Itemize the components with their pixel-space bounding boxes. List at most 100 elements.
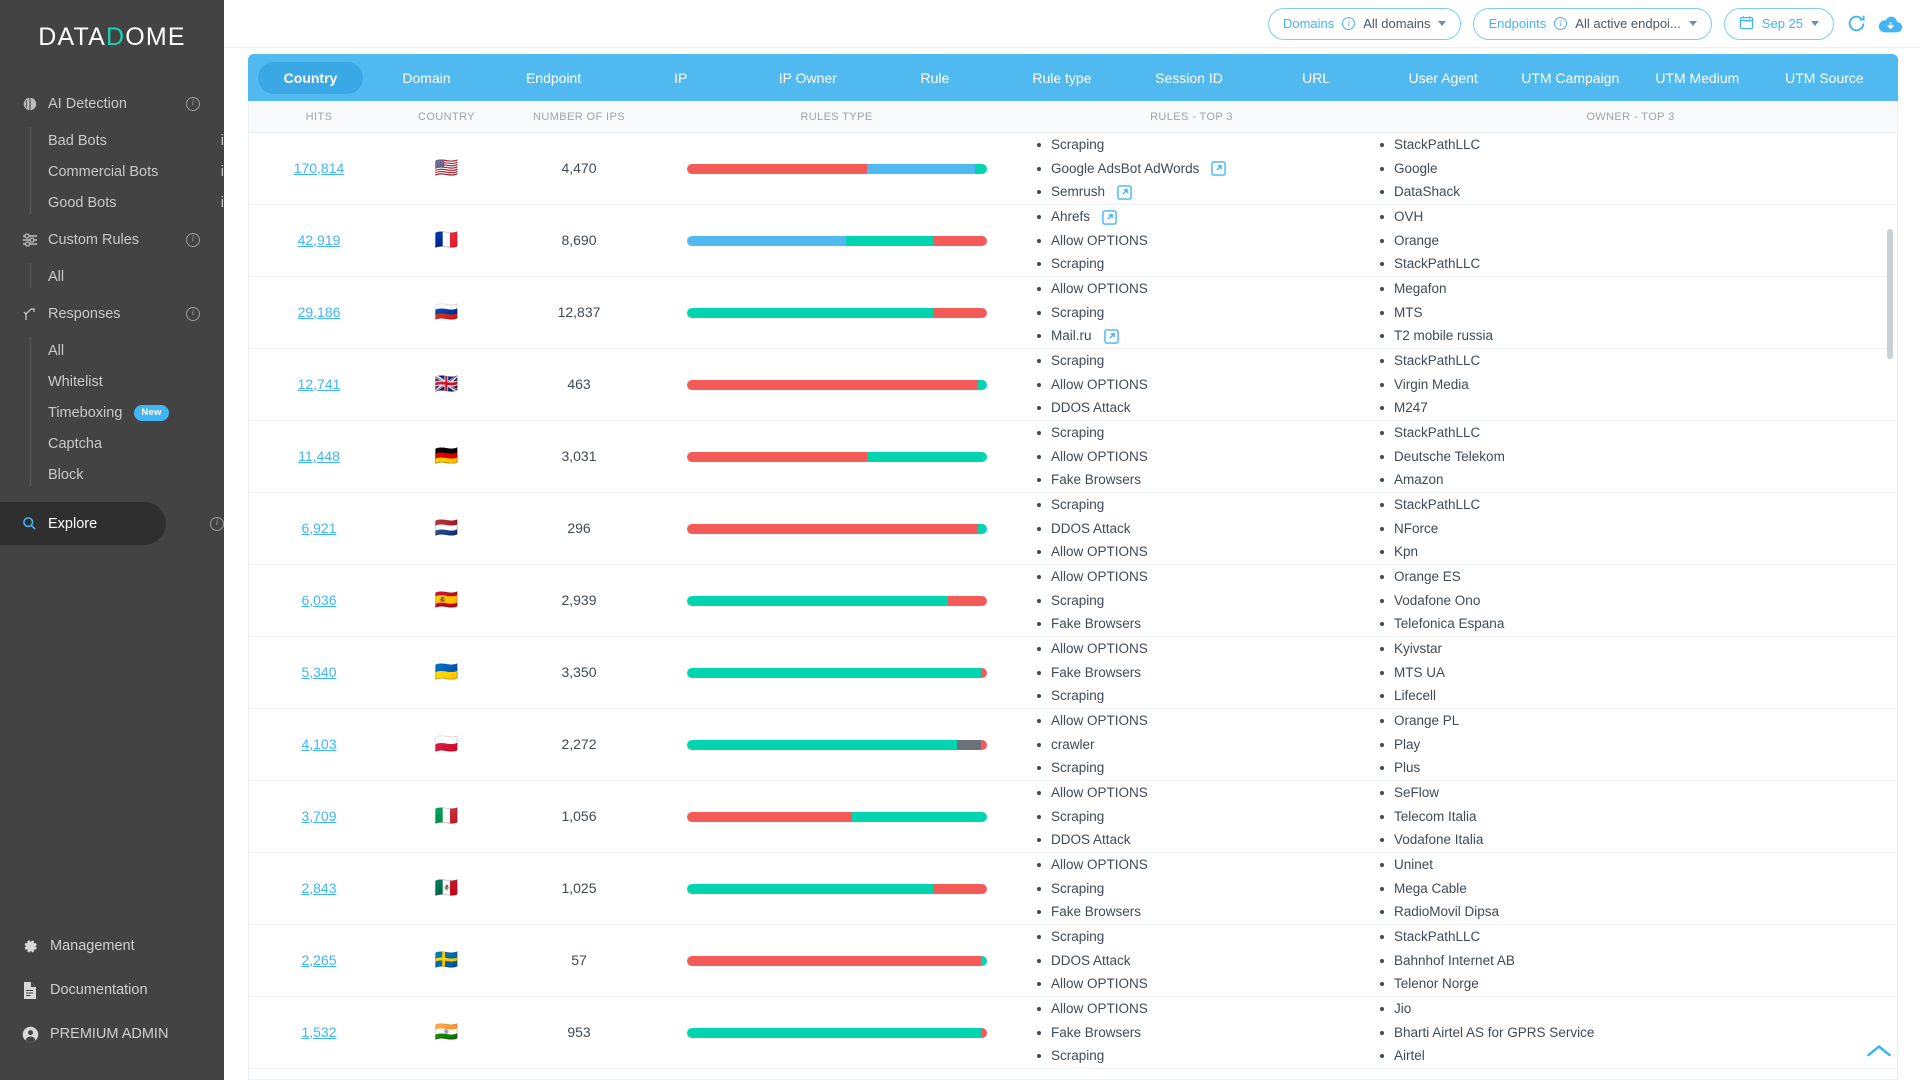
table-row[interactable]: 6,921 🇳🇱 296 Scraping DDOS Attack Allow OPTIO… <box>249 493 1897 565</box>
hits-link[interactable]: 3,709 <box>301 808 336 824</box>
sidebar-item-explore[interactable]: Explore <box>0 502 166 545</box>
sidebar-item-custom-rules[interactable]: Custom Rules i <box>0 218 224 261</box>
sidebar-item-bad-bots[interactable]: Bad Bots i <box>0 125 224 156</box>
sidebar-item-custom-rules-all[interactable]: All <box>0 261 224 292</box>
cell-owner-top-3: StackPathLLC Bahnhof Internet AB Telenor N… <box>1364 925 1897 996</box>
hits-link[interactable]: 4,103 <box>301 736 336 752</box>
column-header-rules-top-3[interactable]: RULES - TOP 3 <box>1019 111 1364 123</box>
bar-segment-green <box>866 451 987 462</box>
sidebar-item-premium-admin[interactable]: PREMIUM ADMIN <box>0 1012 224 1056</box>
table-row[interactable]: 11,448 🇩🇪 3,031 Scraping Allow OPTIONS Fake B… <box>249 421 1897 493</box>
hits-link[interactable]: 29,186 <box>298 304 341 320</box>
table-row[interactable]: 6,036 🇪🇸 2,939 Allow OPTIONS Scraping Fake Br… <box>249 565 1897 637</box>
cell-owner-top-3: Kyivstar MTS UA Lifecell <box>1364 637 1897 708</box>
table-row[interactable]: 12,741 🇬🇧 463 Scraping Allow OPTIONS DDOS Att… <box>249 349 1897 421</box>
external-link-icon[interactable] <box>1102 209 1117 225</box>
tab-utm-source[interactable]: UTM Source <box>1761 62 1888 94</box>
sidebar-item-good-bots[interactable]: Good Bots i <box>0 187 224 218</box>
tab-utm-medium[interactable]: UTM Medium <box>1634 62 1761 94</box>
tab-ip[interactable]: IP <box>617 62 744 94</box>
refresh-button[interactable] <box>1846 13 1867 34</box>
ips-value: 8,690 <box>561 231 597 248</box>
hits-link[interactable]: 11,448 <box>298 448 340 464</box>
hits-link[interactable]: 6,921 <box>301 520 336 536</box>
nav-group-explore: Explore i <box>0 502 224 545</box>
cell-rules-type <box>654 667 1019 678</box>
chevron-down-icon[interactable] <box>1688 21 1697 26</box>
sidebar-item-management[interactable]: Management <box>0 924 224 968</box>
logo[interactable]: DATA D OME <box>0 0 224 60</box>
external-link-icon[interactable] <box>1117 184 1132 200</box>
column-header-rules-type[interactable]: RULES TYPE <box>654 111 1019 123</box>
tab-session-id[interactable]: Session ID <box>1125 62 1252 94</box>
table-row[interactable]: 2,265 🇸🇪 57 Scraping DDOS Attack Allow OPTION… <box>249 925 1897 997</box>
tab-rule[interactable]: Rule <box>871 62 998 94</box>
hits-link[interactable]: 170,814 <box>294 160 345 176</box>
column-header-number-of-ips[interactable]: NUMBER OF IPS <box>504 111 654 123</box>
domains-selector[interactable]: Domains i All domains <box>1267 7 1462 40</box>
sidebar-item-whitelist[interactable]: Whitelist <box>0 366 224 397</box>
sliders-icon <box>22 232 48 247</box>
chevron-down-icon[interactable] <box>1811 21 1819 26</box>
hits-link[interactable]: 12,741 <box>298 376 341 392</box>
sidebar-item-ai-detection[interactable]: AI Detection i <box>0 82 224 125</box>
hits-link[interactable]: 5,340 <box>301 664 336 680</box>
cell-number-of-ips: 463 <box>504 376 654 394</box>
branch-icon <box>22 306 48 322</box>
rule-label: Allow OPTIONS <box>1051 569 1148 585</box>
table-row[interactable]: 42,919 🇫🇷 8,690 Ahrefs Allow OPTIONS Scraping… <box>249 205 1897 277</box>
owner-label: Bahnhof Internet AB <box>1394 952 1515 968</box>
sidebar-item-timeboxing[interactable]: Timeboxing New <box>0 397 224 428</box>
sidebar-item-block[interactable]: Block <box>0 459 224 490</box>
column-header-country[interactable]: COUNTRY <box>389 111 504 123</box>
table-row[interactable]: 5,340 🇺🇦 3,350 Allow OPTIONS Fake Browsers Sc… <box>249 637 1897 709</box>
info-icon[interactable]: i <box>186 306 200 321</box>
sidebar-item-documentation[interactable]: Documentation <box>0 968 224 1012</box>
scroll-to-top-button[interactable] <box>1864 1036 1894 1066</box>
owner-item: Kyivstar <box>1380 637 1897 661</box>
table-row[interactable]: 2,843 🇲🇽 1,025 Allow OPTIONS Scraping Fake Br… <box>249 853 1897 925</box>
country-flag-icon: 🇲🇽 <box>434 877 459 899</box>
tab-country[interactable]: Country <box>258 61 363 94</box>
tab-ip-owner[interactable]: IP Owner <box>744 62 871 94</box>
tab-utm-campaign[interactable]: UTM Campaign <box>1507 62 1634 94</box>
table-row[interactable]: 170,814 🇺🇸 4,470 Scraping Google AdsBot AdWo… <box>249 133 1897 205</box>
chevron-down-icon[interactable] <box>1438 21 1447 26</box>
rule-item: Ahrefs <box>1037 205 1364 229</box>
sidebar-item-commercial-bots[interactable]: Commercial Bots i <box>0 156 224 187</box>
endpoints-selector[interactable]: Endpoints i All active endpoi... <box>1473 7 1712 40</box>
external-link-icon[interactable] <box>1103 328 1119 344</box>
cell-rules-type <box>654 955 1019 966</box>
tab-user-agent[interactable]: User Agent <box>1380 62 1507 94</box>
info-icon[interactable]: i <box>210 516 224 531</box>
scrollbar-thumb[interactable] <box>1887 229 1893 359</box>
hits-link[interactable]: 2,265 <box>301 952 336 968</box>
info-icon[interactable]: i <box>1554 17 1568 30</box>
table-row[interactable]: 4,103 🇵🇱 2,272 Allow OPTIONS crawler Scraping… <box>249 709 1897 781</box>
hits-link[interactable]: 2,843 <box>301 880 336 896</box>
rule-label: Scraping <box>1051 688 1105 704</box>
tab-domain[interactable]: Domain <box>363 62 490 94</box>
tab-url[interactable]: URL <box>1253 62 1380 94</box>
table-row[interactable]: 29,186 🇷🇺 12,837 Allow OPTIONS Scraping Mail.… <box>249 277 1897 349</box>
sidebar-item-responses-all[interactable]: All <box>0 335 224 366</box>
rule-item: Allow OPTIONS <box>1037 445 1364 469</box>
sidebar-item-captcha[interactable]: Captcha <box>0 428 224 459</box>
download-button[interactable] <box>1879 14 1902 34</box>
date-range-selector[interactable]: Sep 25 <box>1723 7 1834 40</box>
info-icon[interactable]: i <box>186 96 200 111</box>
table-row[interactable]: 1,532 🇮🇳 953 Allow OPTIONS Fake Browsers Scra… <box>249 997 1897 1069</box>
info-icon[interactable]: i <box>1342 17 1356 30</box>
hits-link[interactable]: 42,919 <box>298 232 341 248</box>
column-header-owner-top-3[interactable]: OWNER - TOP 3 <box>1364 111 1897 123</box>
info-icon[interactable]: i <box>186 232 200 247</box>
tab-endpoint[interactable]: Endpoint <box>490 62 617 94</box>
table-row[interactable]: 3,709 🇮🇹 1,056 Allow OPTIONS Scraping DDOS At… <box>249 781 1897 853</box>
column-header-hits[interactable]: HITS <box>249 111 389 123</box>
hits-link[interactable]: 6,036 <box>301 592 336 608</box>
hits-link[interactable]: 1,532 <box>301 1024 336 1040</box>
bar-segment-green <box>974 163 987 174</box>
external-link-icon[interactable] <box>1211 161 1227 176</box>
tab-rule-type[interactable]: Rule type <box>998 62 1125 94</box>
sidebar-item-responses[interactable]: Responses i <box>0 292 224 335</box>
